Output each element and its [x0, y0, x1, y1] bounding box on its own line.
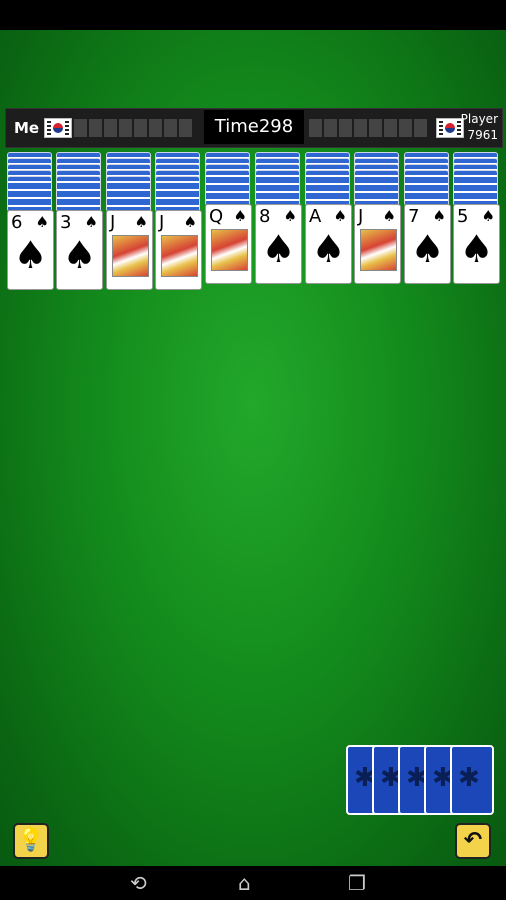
spade-icon: ♠	[233, 207, 247, 225]
status-bar	[0, 0, 506, 30]
timer: Time298	[204, 110, 304, 144]
spade-icon: ♠	[333, 207, 347, 225]
card-back	[155, 176, 200, 212]
card-back	[56, 176, 101, 212]
card-rank: A	[309, 206, 322, 227]
spade-icon: ♠	[382, 207, 396, 225]
spade-icon: ♠	[481, 207, 495, 225]
card-face-up[interactable]: J ♠	[155, 210, 202, 290]
spade-icon: ♠	[84, 213, 98, 231]
card-rank: 8	[259, 206, 271, 227]
card-back	[305, 170, 350, 206]
card-face-up[interactable]: 3 ♠ ♠	[56, 210, 103, 290]
card-rank: J	[358, 206, 364, 227]
card-face-up[interactable]: J ♠	[106, 210, 153, 290]
home-icon[interactable]: ⌂	[238, 872, 251, 894]
spade-icon: ♠	[432, 207, 446, 225]
me-label: Me	[14, 119, 40, 137]
card-face-up[interactable]: 7 ♠ ♠	[404, 204, 451, 284]
spade-icon: ♠	[410, 227, 445, 271]
card-back	[205, 170, 250, 206]
back-icon[interactable]: ⟲	[130, 872, 147, 894]
player-score: 7961	[467, 128, 498, 142]
card-face-up[interactable]: J ♠	[354, 204, 401, 284]
spade-icon: ♠	[13, 233, 48, 277]
score-bar: Me Time298 Player 7961	[5, 108, 503, 148]
opponent-progress-bar	[309, 119, 427, 137]
card-back	[404, 170, 449, 206]
recents-icon[interactable]: ❐	[348, 872, 366, 894]
spade-icon: ♠	[183, 213, 197, 231]
spade-icon: ♠	[311, 227, 346, 271]
spade-icon: ♠	[35, 213, 49, 231]
nav-bar: ⟲ ⌂ ❐	[0, 866, 506, 900]
opponent-info: Player 7961	[461, 111, 498, 143]
card-rank: J	[110, 212, 116, 233]
timer-label: Time	[214, 116, 259, 137]
hint-button[interactable]: 💡	[13, 823, 49, 859]
my-flag-icon	[44, 118, 72, 138]
card-face-up[interactable]: 8 ♠ ♠	[255, 204, 302, 284]
card-rank: Q	[209, 206, 224, 227]
stock-card[interactable]: ✱	[450, 745, 494, 815]
spider-icon: ✱	[458, 763, 480, 793]
spade-icon: ♠	[62, 233, 97, 277]
spade-icon: ♠	[283, 207, 297, 225]
card-back	[255, 170, 300, 206]
face-card-art	[211, 229, 248, 271]
card-rank: J	[159, 212, 165, 233]
card-rank: 3	[60, 212, 72, 233]
card-back	[7, 176, 52, 212]
card-rank: 7	[408, 206, 420, 227]
card-back	[453, 170, 498, 206]
face-card-art	[360, 229, 397, 271]
card-rank: 6	[11, 212, 23, 233]
card-back	[106, 176, 151, 212]
face-card-art	[112, 235, 149, 277]
card-rank: 5	[457, 206, 469, 227]
spade-icon: ♠	[261, 227, 296, 271]
spade-icon: ♠	[459, 227, 494, 271]
card-face-up[interactable]: 5 ♠ ♠	[453, 204, 500, 284]
face-card-art	[161, 235, 198, 277]
lightbulb-icon: 💡	[17, 828, 45, 853]
card-face-up[interactable]: 6 ♠ ♠	[7, 210, 54, 290]
card-face-up[interactable]: Q ♠	[205, 204, 252, 284]
undo-button[interactable]: ↶	[455, 823, 491, 859]
spade-icon: ♠	[134, 213, 148, 231]
undo-icon: ↶	[463, 828, 483, 853]
timer-value: 298	[258, 116, 294, 137]
card-face-up[interactable]: A ♠ ♠	[305, 204, 352, 284]
card-back	[354, 170, 399, 206]
my-progress-bar	[74, 119, 192, 137]
player-label: Player	[460, 112, 498, 126]
